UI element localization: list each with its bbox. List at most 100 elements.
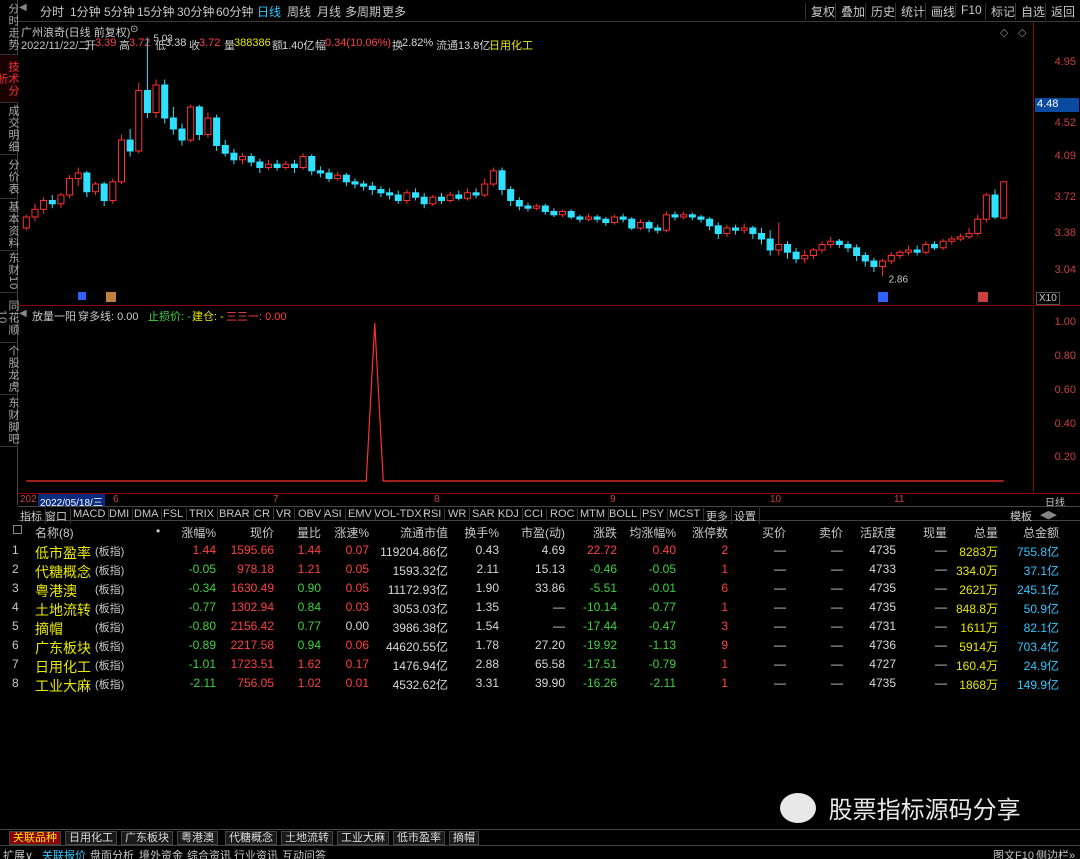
sidebar-item-guba[interactable]: 东财脚吧 <box>0 395 19 447</box>
sidebar-item-longhu[interactable]: 个股龙虎 <box>0 343 19 395</box>
tab-related[interactable]: 关联品种 <box>9 831 61 845</box>
menu-tongji[interactable]: 统计 <box>895 3 925 20</box>
ind-tab-macd[interactable]: MACD <box>73 508 110 520</box>
table-cell: — <box>774 600 786 614</box>
tab-guangdong[interactable]: 广东板块 <box>121 831 173 845</box>
ind-tab-boll[interactable]: BOLL <box>609 508 642 520</box>
sidebar-item-jiben[interactable]: 基本资料 <box>0 199 19 251</box>
grid-icon[interactable] <box>13 525 22 534</box>
col-name[interactable]: 名称(8) <box>35 524 74 541</box>
col-bid[interactable]: 买价 <box>762 524 786 541</box>
period-multi[interactable]: 多周期 <box>345 3 381 20</box>
col-limit-up[interactable]: 涨停数 <box>692 524 728 541</box>
col-activity[interactable]: 活跃度 <box>860 524 896 541</box>
menu-biaoji[interactable]: 标记 <box>985 3 1015 20</box>
col-total-vol[interactable]: 总量 <box>974 524 998 541</box>
ind-tab-dma[interactable]: DMA <box>134 508 163 520</box>
period-daily[interactable]: 日线 <box>257 3 281 20</box>
candle-body <box>152 84 160 113</box>
col-change-pct[interactable]: 涨幅% <box>181 524 216 541</box>
tab-riyong[interactable]: 日用化工 <box>65 831 117 845</box>
sidebar-item-chengjiao[interactable]: 成交明细 <box>0 103 19 155</box>
ind-tab-trix[interactable]: TRIX <box>189 508 219 520</box>
col-avg-change[interactable]: 均涨幅% <box>629 524 676 541</box>
col-price[interactable]: 现价 <box>250 524 274 541</box>
menu-f10[interactable]: F10 <box>955 3 982 17</box>
status-news[interactable]: 综合资讯 <box>187 847 231 859</box>
period-60min[interactable]: 60分钟 <box>216 3 253 20</box>
ind-tab-sar[interactable]: SAR <box>472 508 499 520</box>
col-pe[interactable]: 市盈(动) <box>521 524 565 541</box>
template-nav-icon[interactable]: ◀▶ <box>1040 508 1060 521</box>
status-foreign[interactable]: 境外资金 <box>139 847 183 859</box>
period-1min[interactable]: 1分钟 <box>70 3 101 20</box>
tab-daitang[interactable]: 代糖概念 <box>225 831 277 845</box>
sidebar-item-fenshi[interactable]: 分时走势 <box>0 0 19 55</box>
status-sidebar[interactable]: 侧边栏» <box>1036 847 1075 859</box>
ind-tab-emv[interactable]: EMV <box>348 508 376 520</box>
ind-tab-psy[interactable]: PSY <box>642 508 669 520</box>
status-expand[interactable]: 扩展∨ <box>3 847 33 859</box>
period-more[interactable]: 更多 <box>382 3 406 20</box>
col-total-amt[interactable]: 总金额 <box>1023 524 1059 541</box>
col-vol-ratio[interactable]: 量比 <box>297 524 321 541</box>
sub-indicator-chart[interactable] <box>18 306 1032 494</box>
ind-tab-vol-tdx[interactable]: VOL-TDX <box>374 508 426 520</box>
ind-tab-wr[interactable]: WR <box>448 508 471 520</box>
status-industry[interactable]: 行业资讯 <box>234 847 278 859</box>
ind-tab-roc[interactable]: ROC <box>550 508 579 520</box>
menu-zixuan[interactable]: 自选 <box>1015 3 1045 20</box>
tab-zhaimao[interactable]: 摘帽 <box>449 831 479 845</box>
ind-tab-dmi[interactable]: DMI <box>109 508 134 520</box>
menu-lishi[interactable]: 历史 <box>865 3 895 20</box>
menu-fanhui[interactable]: 返回 <box>1045 3 1075 20</box>
tab-dama[interactable]: 工业大麻 <box>337 831 389 845</box>
status-related-quotes[interactable]: 关联报价 <box>42 847 86 859</box>
ind-tab-cci[interactable]: CCI <box>524 508 547 520</box>
sidebar-item-tonghuashun[interactable]: 同花顺10 <box>0 293 19 343</box>
table-cell: 755.8亿 <box>1016 545 1059 559</box>
period-fenshi[interactable]: 分时 <box>40 3 64 20</box>
table-cell: — <box>935 600 947 614</box>
col-cur-vol[interactable]: 现量 <box>923 524 947 541</box>
ind-tab-mcst[interactable]: MCST <box>669 508 705 520</box>
ind-tab-fsl[interactable]: FSL <box>163 508 188 520</box>
col-speed[interactable]: 涨速% <box>334 524 369 541</box>
menu-diejia[interactable]: 叠加 <box>835 3 865 20</box>
col-change[interactable]: 涨跌 <box>593 524 617 541</box>
sidebar-item-fenjia[interactable]: 分价表 <box>0 155 19 199</box>
period-15min[interactable]: 15分钟 <box>137 3 174 20</box>
status-panel[interactable]: 盘面分析 <box>90 847 134 859</box>
col-float-cap[interactable]: 流通市值 <box>400 524 448 541</box>
table-cell: 1.44 <box>297 543 321 557</box>
menu-fuquan[interactable]: 复权 <box>805 3 835 20</box>
col-ask[interactable]: 卖价 <box>819 524 843 541</box>
status-qa[interactable]: 互动问答 <box>282 847 326 859</box>
candle-body <box>109 181 117 202</box>
tab-dishiying[interactable]: 低市盈率 <box>393 831 445 845</box>
period-5min[interactable]: 5分钟 <box>104 3 135 20</box>
candle-body <box>368 185 376 190</box>
zoom-x10-button[interactable]: X10 <box>1036 292 1060 305</box>
candle-body <box>100 183 108 201</box>
sidebar-item-jishufenxi[interactable]: 技术分析 <box>0 55 19 103</box>
period-monthly[interactable]: 月线 <box>317 3 341 20</box>
sidebar-item-dongcai[interactable]: 东财10 <box>0 251 19 293</box>
ind-tab-brar[interactable]: BRAR <box>219 508 254 520</box>
ind-tab-asi[interactable]: ASI <box>324 508 346 520</box>
ind-tab-cr[interactable]: CR <box>254 508 274 520</box>
tab-yuegangao[interactable]: 粤港澳 <box>177 831 218 845</box>
period-30min[interactable]: 30分钟 <box>177 3 214 20</box>
status-f10[interactable]: 图文F10 <box>993 847 1034 859</box>
ind-tab-mtm[interactable]: MTM <box>580 508 610 520</box>
candlestick-chart[interactable]: 5.03 2.86 <box>18 22 1032 304</box>
period-weekly[interactable]: 周线 <box>287 3 311 20</box>
ind-tab-obv[interactable]: OBV <box>298 508 326 520</box>
col-turnover[interactable]: 换手% <box>464 524 499 541</box>
menu-huaxian[interactable]: 画线 <box>925 3 955 20</box>
ind-tab-vr[interactable]: VR <box>276 508 296 520</box>
ind-tab-kdj[interactable]: KDJ <box>498 508 523 520</box>
collapse-icon[interactable]: ◀ <box>19 2 27 13</box>
ind-tab-rsi[interactable]: RSI <box>423 508 446 520</box>
tab-tudi[interactable]: 土地流转 <box>281 831 333 845</box>
